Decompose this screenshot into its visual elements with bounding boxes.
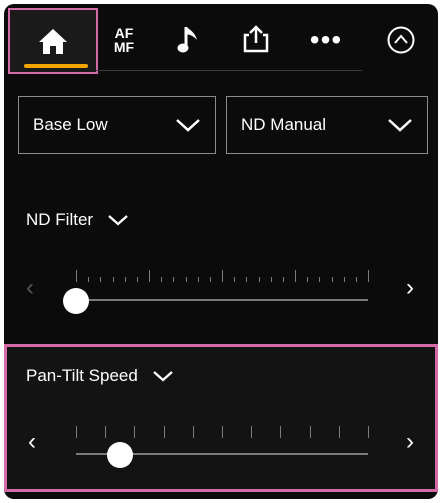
pan-tilt-speed-ticks	[76, 426, 369, 438]
nd-filter-slider-thumb[interactable]	[63, 288, 89, 314]
slider-tick	[368, 270, 369, 282]
more-icon: •••	[309, 24, 343, 55]
slider-tick	[173, 277, 174, 282]
chevron-up-circle-icon	[387, 26, 415, 54]
chevron-down-icon	[176, 119, 200, 132]
slider-tick	[251, 426, 252, 438]
slider-tick	[344, 277, 345, 282]
active-tab-indicator	[24, 64, 88, 68]
slider-tick	[234, 277, 235, 282]
slider-tick	[368, 426, 369, 438]
slider-tick	[271, 277, 272, 282]
nd-filter-decrease-button[interactable]: ‹	[26, 276, 34, 300]
slider-tick	[113, 277, 114, 282]
slider-tick	[356, 277, 357, 282]
nd-filter-increase-button[interactable]: ›	[406, 276, 414, 300]
slider-tick	[149, 270, 150, 282]
slider-tick	[307, 277, 308, 282]
nd-filter-label: ND Filter	[26, 210, 94, 229]
slider-tick	[137, 277, 138, 282]
chevron-down-icon	[388, 119, 412, 132]
tab-af-mf[interactable]: AF MF	[102, 10, 146, 70]
slider-tick	[76, 270, 77, 282]
nd-filter-selector[interactable]: ND Filter	[26, 210, 129, 230]
collapse-button[interactable]	[372, 10, 430, 70]
home-icon	[39, 29, 67, 54]
nd-filter-ticks	[76, 270, 369, 282]
slider-tick	[295, 270, 296, 282]
tab-share[interactable]	[230, 10, 282, 70]
slider-tick	[210, 277, 211, 282]
slider-tick	[222, 426, 223, 438]
chevron-down-icon	[108, 215, 128, 226]
nd-filter-track	[76, 299, 368, 301]
nd-mode-dropdown[interactable]: ND Manual	[226, 96, 428, 154]
slider-tick	[280, 426, 281, 438]
slider-tick	[100, 277, 101, 282]
af-label: AF	[114, 25, 134, 41]
slider-tick	[125, 277, 126, 282]
pan-tilt-speed-slider-thumb[interactable]	[107, 442, 133, 468]
slider-tick	[105, 426, 106, 438]
tab-home[interactable]	[8, 8, 98, 74]
pan-tilt-speed-label: Pan-Tilt Speed	[26, 366, 138, 385]
base-dropdown[interactable]: Base Low	[18, 96, 216, 154]
slider-tick	[283, 277, 284, 282]
slider-tick	[259, 277, 260, 282]
tab-bar: AF MF •••	[4, 4, 438, 74]
slider-tick	[76, 426, 77, 438]
camera-control-panel: AF MF ••• Base Low ND Manual ND Filter ‹…	[4, 4, 438, 499]
pan-tilt-speed-decrease-button[interactable]: ‹	[28, 430, 36, 454]
chevron-down-icon	[153, 371, 173, 382]
slider-tick	[186, 277, 187, 282]
slider-tick	[134, 426, 135, 438]
nd-mode-dropdown-value: ND Manual	[241, 115, 327, 134]
slider-tick	[222, 270, 223, 282]
slider-tick	[246, 277, 247, 282]
slider-tick	[198, 277, 199, 282]
slider-tick	[339, 426, 340, 438]
slider-tick	[88, 277, 89, 282]
slider-tick	[332, 277, 333, 282]
slider-tick	[161, 277, 162, 282]
slider-tick	[164, 426, 165, 438]
pan-tilt-speed-selector[interactable]: Pan-Tilt Speed	[26, 366, 174, 386]
af-mf-icon: AF MF	[114, 26, 134, 54]
mf-label: MF	[113, 39, 135, 55]
tab-divider	[96, 70, 362, 71]
slider-tick	[310, 426, 311, 438]
base-dropdown-value: Base Low	[33, 115, 108, 134]
pan-tilt-speed-increase-button[interactable]: ›	[406, 430, 414, 454]
share-icon	[243, 25, 269, 53]
slider-tick	[319, 277, 320, 282]
tab-more[interactable]: •••	[300, 10, 352, 70]
music-note-icon	[177, 27, 197, 53]
slider-tick	[193, 426, 194, 438]
tab-audio[interactable]	[164, 10, 214, 70]
